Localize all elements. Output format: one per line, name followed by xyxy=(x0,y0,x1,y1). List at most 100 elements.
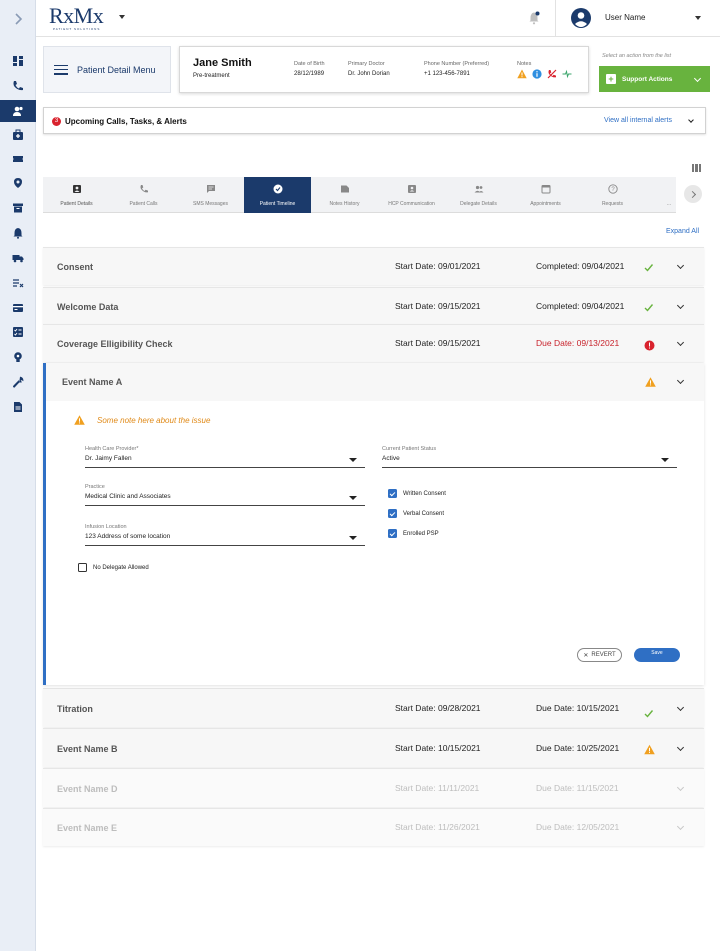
timeline-row[interactable]: Consent Start Date: 09/01/2021 Completed: … xyxy=(43,247,704,285)
user-avatar-icon[interactable] xyxy=(571,8,591,28)
expand-sidebar-icon[interactable] xyxy=(0,8,36,30)
timeline-row[interactable]: Titration Start Date: 09/28/2021 Due Date:… xyxy=(43,688,704,727)
tab-requests[interactable]: ? Requests xyxy=(579,177,646,213)
medical-kit-icon[interactable] xyxy=(0,124,36,146)
written-consent-checkbox[interactable]: Written Consent xyxy=(388,489,446,498)
wrench-icon[interactable] xyxy=(0,371,36,393)
chevron-down-icon[interactable] xyxy=(676,783,685,792)
patients-icon[interactable] xyxy=(0,100,36,122)
event-note: Some note here about the issue xyxy=(97,416,211,425)
check-icon xyxy=(644,264,654,272)
check-circle-icon xyxy=(273,184,282,193)
tab-hcp-communication[interactable]: HCP Communication xyxy=(378,177,445,213)
no-delegate-checkbox[interactable]: No Delegate Allowed xyxy=(78,563,149,572)
revert-label: REVERT xyxy=(591,652,616,658)
timeline-row[interactable]: Event Name B Start Date: 10/15/2021 Due Da… xyxy=(43,728,704,767)
people-icon xyxy=(474,185,483,192)
tab-delegate-details[interactable]: Delegate Details xyxy=(445,177,512,213)
enrolled-psp-checkbox[interactable]: Enrolled PSP xyxy=(388,529,439,538)
view-all-alerts-link[interactable]: View all internal alerts xyxy=(604,117,672,124)
app-logo[interactable]: RxMx xyxy=(49,3,104,29)
tab-label: Delegate Details xyxy=(460,200,497,207)
location-pin-icon[interactable] xyxy=(0,172,36,194)
chevron-down-icon[interactable] xyxy=(676,376,685,385)
timeline-row[interactable]: Event Name D Start Date: 11/11/2021 Due Da… xyxy=(43,768,704,807)
id-card-icon xyxy=(72,184,81,193)
save-button[interactable]: Save xyxy=(634,648,680,662)
check-icon xyxy=(644,710,654,718)
chevron-down-icon xyxy=(693,74,702,83)
phone-icon[interactable] xyxy=(0,75,36,97)
event-header[interactable]: Event Name A xyxy=(46,363,704,401)
verbal-consent-checkbox[interactable]: Verbal Consent xyxy=(388,509,444,518)
doctor-value: Dr. John Dorian xyxy=(348,71,390,77)
no-delegate-label: No Delegate Allowed xyxy=(93,564,149,571)
alerts-bar[interactable]: 3 Upcoming Calls, Tasks, & Alerts View a… xyxy=(43,107,706,134)
tab-patient-details[interactable]: Patient Details xyxy=(43,177,110,213)
notes-icons xyxy=(517,69,572,79)
app-logo-sub: PATIENT SOLUTIONS xyxy=(53,27,101,31)
practice-select[interactable]: Practice Medical Clinic and Associates xyxy=(85,484,365,506)
notification-bell-icon[interactable] xyxy=(528,11,540,25)
tab-label: Patient Details xyxy=(60,200,93,207)
user-menu-chevron-icon[interactable] xyxy=(695,16,701,20)
phone-icon xyxy=(140,184,148,192)
support-actions-dropdown[interactable]: + Support Actions xyxy=(599,66,710,92)
ticket-icon[interactable] xyxy=(0,148,36,170)
tab-sms-messages[interactable]: SMS Messages xyxy=(177,177,244,213)
chevron-down-icon[interactable] xyxy=(676,822,685,831)
logo-dropdown-icon[interactable] xyxy=(119,15,125,19)
timeline-end-date: Due Date: 11/15/2021 xyxy=(536,783,619,793)
chevron-down-icon[interactable] xyxy=(688,117,694,123)
tab-patient-timeline[interactable]: Patient Timeline xyxy=(244,177,311,213)
hcp-select[interactable]: Health Care Provider* Dr. Jaimy Fallen xyxy=(85,446,365,468)
revert-button[interactable]: ✕ REVERT xyxy=(577,648,622,662)
verbal-consent-label: Verbal Consent xyxy=(403,510,445,517)
truck-icon[interactable] xyxy=(0,247,36,269)
top-bar: RxMx PATIENT SOLUTIONS User Name xyxy=(36,0,720,37)
infusion-location-select[interactable]: Infusion Location 123 Address of some lo… xyxy=(85,524,365,546)
timeline-end-date: Completed: 09/04/2021 xyxy=(536,301,625,311)
document-icon[interactable] xyxy=(0,396,36,418)
phone-value: +1 123-456-7891 xyxy=(424,71,470,77)
columns-icon[interactable] xyxy=(692,164,701,172)
support-actions-label: Support Actions xyxy=(622,75,673,83)
tabs-next-button[interactable] xyxy=(684,185,702,203)
user-name[interactable]: User Name xyxy=(605,13,645,22)
chevron-down-icon[interactable] xyxy=(676,261,685,270)
patient-detail-menu-button[interactable]: Patient Detail Menu xyxy=(43,46,171,93)
timeline-row[interactable]: Event Name E Start Date: 11/26/2021 Due Da… xyxy=(43,808,704,846)
archive-icon[interactable] xyxy=(0,197,36,219)
timeline-end-date: Due Date: 09/13/2021 xyxy=(536,338,620,348)
card-icon[interactable] xyxy=(0,297,36,319)
tab-appointments[interactable]: Appointments xyxy=(512,177,579,213)
action-hint: Select an action from the list xyxy=(602,53,672,59)
chevron-down-icon[interactable] xyxy=(676,743,685,752)
transfer-icon[interactable] xyxy=(562,69,572,79)
timeline-event-name: Event Name E xyxy=(57,823,118,833)
timeline-row[interactable]: Welcome Data Start Date: 09/15/2021 Comple… xyxy=(43,287,704,324)
warning-icon[interactable] xyxy=(517,69,527,79)
checklist-icon[interactable] xyxy=(0,321,36,343)
expand-all-link[interactable]: Expand All xyxy=(666,228,699,235)
timeline-start-date: Start Date: 09/01/2021 xyxy=(395,261,481,271)
task-list-icon[interactable] xyxy=(0,272,36,294)
lightbulb-icon[interactable] xyxy=(0,346,36,368)
patient-status-select[interactable]: Current Patient Status Active xyxy=(382,446,677,468)
no-call-icon[interactable] xyxy=(547,69,557,79)
timeline-event-name: Event Name B xyxy=(57,744,118,754)
chevron-down-icon[interactable] xyxy=(676,338,685,347)
patient-detail-menu-label: Patient Detail Menu xyxy=(77,64,156,75)
timeline-end-date: Due Date: 12/05/2021 xyxy=(536,822,620,832)
calendar-icon xyxy=(541,184,550,193)
timeline-row[interactable]: Coverage Elligibility Check Start Date: 0… xyxy=(43,324,704,362)
tab-notes-history[interactable]: Notes History xyxy=(311,177,378,213)
chevron-down-icon[interactable] xyxy=(676,301,685,310)
chevron-down-icon[interactable] xyxy=(676,703,685,712)
bell-icon[interactable] xyxy=(0,222,36,244)
dashboard-icon[interactable] xyxy=(0,50,36,72)
info-icon[interactable] xyxy=(532,69,542,79)
dropdown-arrow-icon xyxy=(349,458,357,462)
check-icon xyxy=(644,304,654,312)
tab-patient-calls[interactable]: Patient Calls xyxy=(110,177,177,213)
